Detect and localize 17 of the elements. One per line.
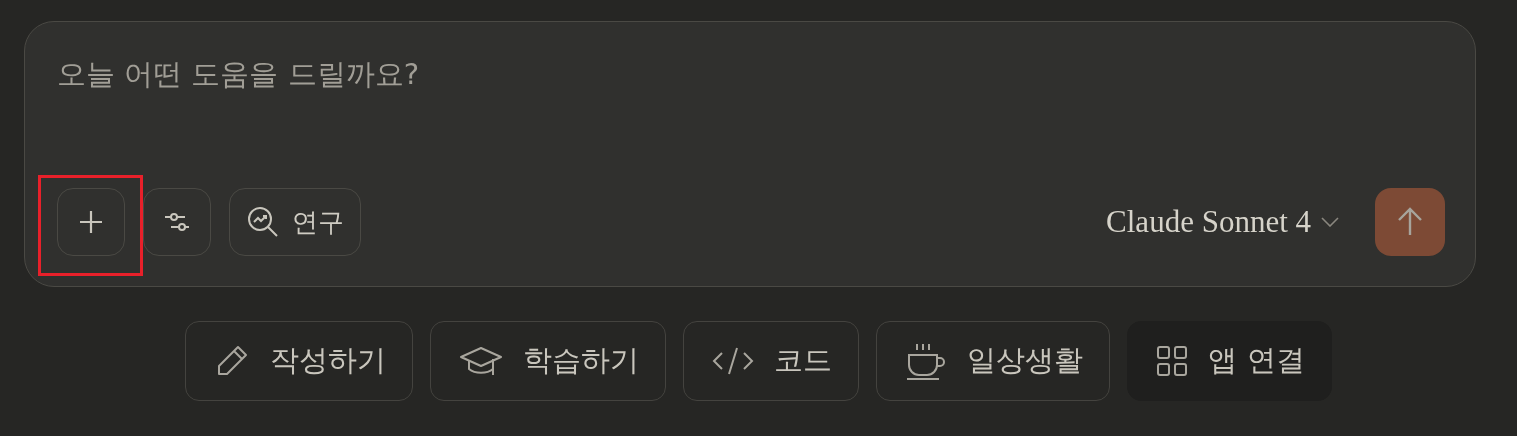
suggestion-chip[interactable]: 작성하기 (185, 321, 414, 401)
suggestion-chip[interactable]: 앱 연결 (1127, 321, 1332, 401)
settings-button[interactable] (143, 188, 211, 256)
model-selector[interactable]: Claude Sonnet 4 (1106, 204, 1339, 240)
prompt-field[interactable]: 오늘 어떤 도움을 드릴까요? (57, 54, 957, 94)
code-icon (712, 345, 755, 377)
send-button[interactable] (1375, 188, 1445, 256)
suggestion-chip[interactable]: 코드 (683, 321, 860, 401)
research-button[interactable]: 연구 (229, 188, 361, 256)
suggestion-chip[interactable]: 일상생활 (876, 321, 1111, 401)
coffee-cup-icon (905, 341, 948, 381)
chevron-down-icon (1321, 217, 1339, 227)
magnifier-chart-icon (246, 205, 280, 239)
grid-icon (1156, 345, 1189, 377)
plus-icon (77, 208, 105, 236)
arrow-up-icon (1397, 207, 1423, 237)
suggestion-chip[interactable]: 학습하기 (430, 321, 667, 401)
